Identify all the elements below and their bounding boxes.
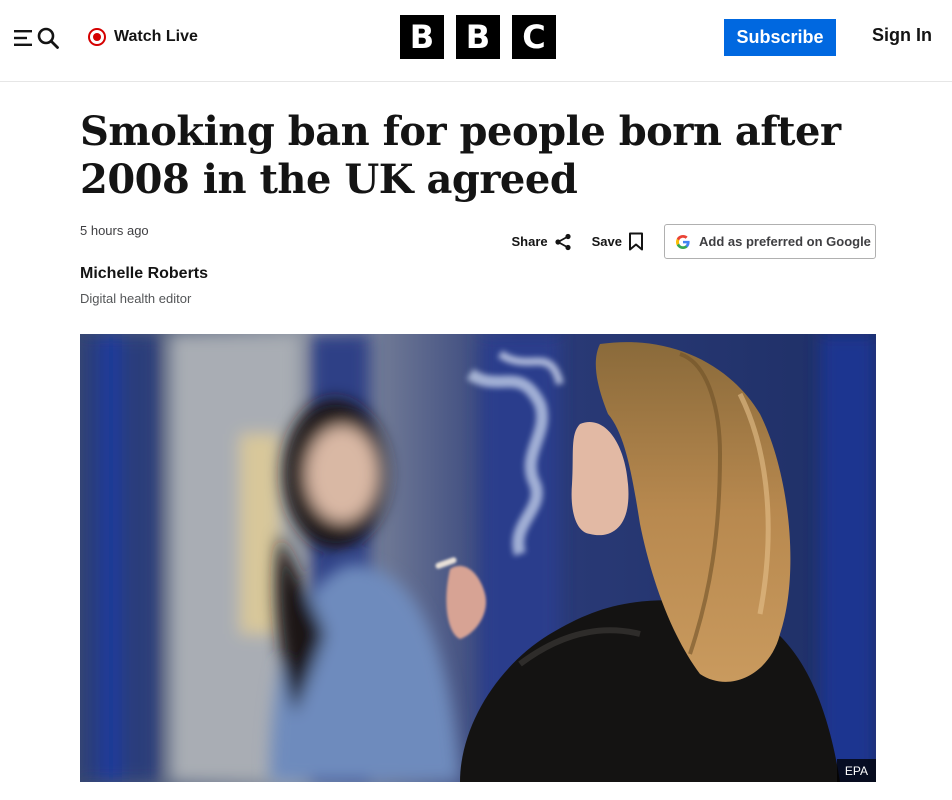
- share-button[interactable]: Share: [511, 233, 571, 251]
- article-actions: Share Save Add as preferred on Google: [511, 224, 876, 259]
- live-dot-icon: [88, 28, 106, 46]
- image-credit: EPA: [836, 759, 876, 782]
- article-timestamp: 5 hours ago: [80, 223, 149, 238]
- add-preferred-google-button[interactable]: Add as preferred on Google: [664, 224, 876, 259]
- logo-letter-b1: B: [400, 15, 444, 59]
- bookmark-icon: [629, 232, 643, 251]
- search-icon: [37, 27, 59, 49]
- bbc-logo[interactable]: B B C: [400, 15, 556, 59]
- hero-image: EPA: [80, 334, 876, 782]
- author-name[interactable]: Michelle Roberts: [80, 265, 208, 283]
- sign-in-link[interactable]: Sign In: [872, 25, 932, 46]
- subscribe-button[interactable]: Subscribe: [724, 19, 836, 56]
- hero-photo-illustration: [80, 334, 876, 782]
- menu-search-button[interactable]: [14, 24, 62, 52]
- save-button[interactable]: Save: [592, 232, 644, 251]
- google-icon: [676, 234, 690, 249]
- watch-live-label: Watch Live: [114, 28, 198, 45]
- logo-letter-c: C: [512, 15, 556, 59]
- logo-letter-b2: B: [456, 15, 500, 59]
- watch-live-link[interactable]: Watch Live: [88, 24, 198, 50]
- site-header: Watch Live B B C Subscribe Sign In: [0, 0, 952, 82]
- save-label: Save: [591, 234, 622, 249]
- author-role: Digital health editor: [80, 291, 192, 306]
- share-label: Share: [511, 234, 548, 249]
- google-button-label: Add as preferred on Google: [699, 234, 871, 249]
- menu-icon: [14, 30, 32, 46]
- article-headline: Smoking ban for people born after 2008 i…: [80, 108, 841, 203]
- share-icon: [555, 233, 571, 250]
